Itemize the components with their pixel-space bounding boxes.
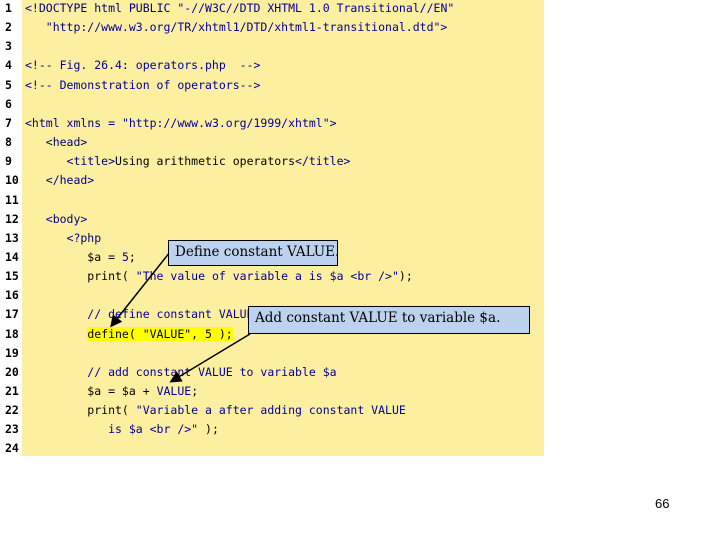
callout-arrows	[110, 251, 251, 383]
arrow-define	[110, 251, 171, 328]
callout-define-constant: Define constant VALUE.	[168, 240, 339, 266]
page-number: 66	[655, 496, 670, 511]
callout-add-constant: Add constant VALUE to variable $a.	[248, 306, 530, 334]
arrow-add	[169, 333, 251, 383]
